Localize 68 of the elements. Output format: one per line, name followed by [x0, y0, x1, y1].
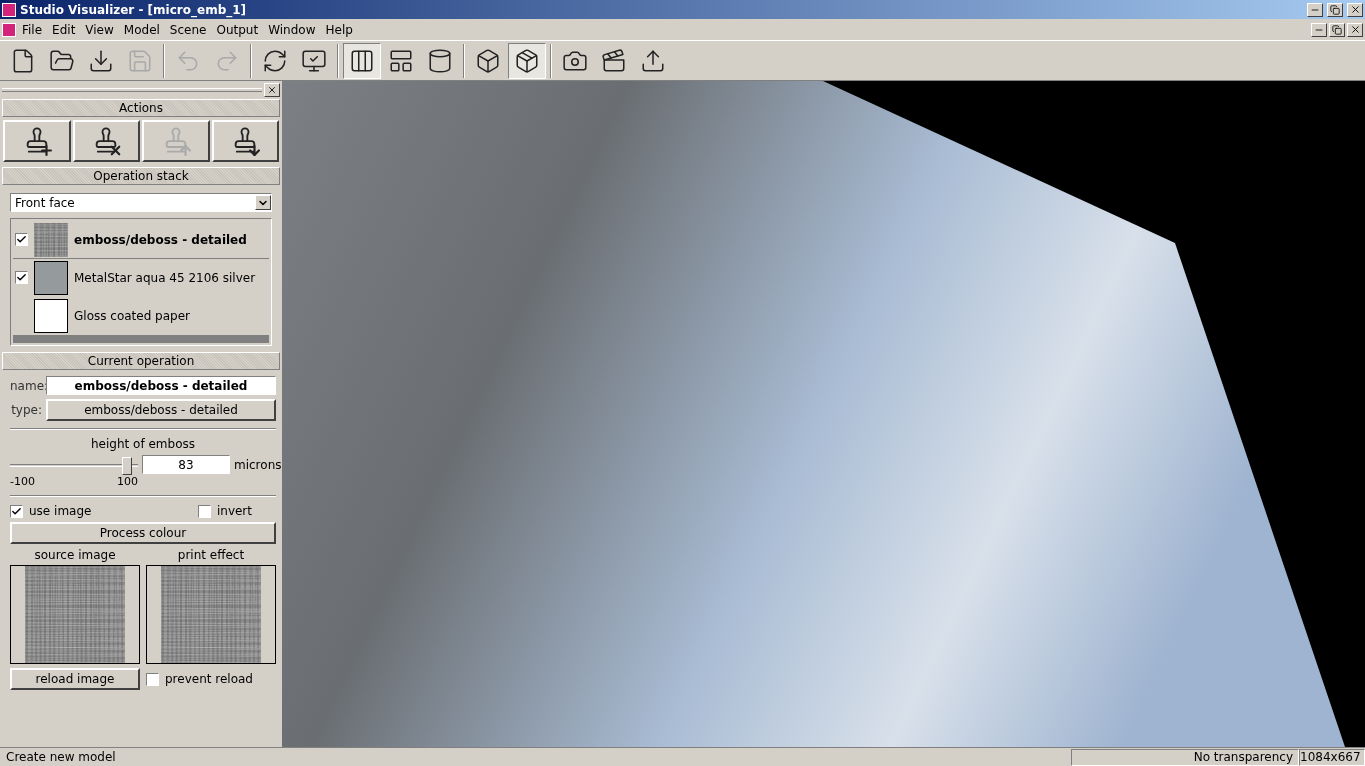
- menu-item[interactable]: Edit: [48, 22, 80, 37]
- close-icon: [1349, 4, 1361, 15]
- menu-item[interactable]: File: [18, 22, 47, 37]
- unit-label: microns: [234, 458, 282, 472]
- action-button[interactable]: [3, 120, 71, 162]
- minimize-button[interactable]: [1311, 22, 1327, 37]
- slider-min-label: -100: [10, 475, 35, 488]
- restore-button[interactable]: [1327, 2, 1343, 17]
- section-header: Operation stack: [2, 167, 280, 185]
- monitor-check-icon: [301, 47, 327, 74]
- toolbar-button[interactable]: [508, 42, 546, 79]
- checkbox-label: prevent reload: [165, 672, 253, 686]
- section-header: Current operation: [2, 352, 280, 370]
- type-button[interactable]: emboss/deboss - detailed: [46, 399, 276, 421]
- slider-thumb[interactable]: [122, 457, 133, 475]
- operation-label: emboss/deboss - detailed: [74, 232, 247, 247]
- save-icon: [127, 47, 153, 74]
- checkbox-label: invert: [216, 504, 252, 518]
- box-icon: [514, 47, 540, 74]
- checkbox[interactable]: [15, 233, 28, 246]
- name-field[interactable]: emboss/deboss - detailed: [46, 376, 276, 395]
- restore-button[interactable]: [1329, 22, 1345, 37]
- size-status: 1084x667: [1299, 748, 1365, 766]
- app-logo-icon: [2, 2, 16, 17]
- image-label: source image: [33, 548, 117, 562]
- restore-icon: [1332, 24, 1342, 35]
- operation-label: MetalStar aqua 45 2106 silver: [74, 270, 256, 285]
- face-dropdown[interactable]: Front face: [10, 193, 272, 212]
- status-message: Create new model: [5, 750, 117, 764]
- image-label: print effect: [176, 548, 246, 562]
- menu-item[interactable]: Model: [119, 22, 164, 37]
- menu-item[interactable]: Scene: [165, 22, 211, 37]
- operation-row[interactable]: Gloss coated paper: [13, 297, 269, 335]
- close-button[interactable]: [1347, 22, 1363, 37]
- checkbox[interactable]: [197, 504, 211, 518]
- section-header: Actions: [2, 99, 280, 117]
- cylinder-icon: [427, 47, 453, 74]
- slider-max-label: 100: [117, 475, 138, 488]
- checkbox-label: use image: [29, 504, 92, 518]
- process-colour-button[interactable]: Process colour: [10, 522, 276, 544]
- menu-item[interactable]: Window: [264, 22, 320, 37]
- close-icon: [267, 85, 277, 95]
- action-button[interactable]: [211, 120, 279, 162]
- menu-item[interactable]: Output: [212, 22, 263, 37]
- operation-row[interactable]: MetalStar aqua 45 2106 silver: [13, 259, 269, 297]
- height-slider[interactable]: [10, 457, 138, 475]
- action-button[interactable]: [72, 120, 140, 162]
- transparency-status: No transparency: [1071, 748, 1299, 766]
- field-label: type:: [10, 403, 42, 417]
- toolbar-button[interactable]: [343, 42, 381, 79]
- document-icon: [2, 22, 16, 37]
- reload-image-button[interactable]: reload image: [10, 668, 140, 690]
- restore-icon: [1330, 4, 1340, 15]
- slider-title: height of emboss: [90, 437, 196, 451]
- minimize-button[interactable]: [1307, 2, 1323, 17]
- checkbox[interactable]: [146, 672, 159, 686]
- clapperboard-icon: [601, 47, 627, 74]
- checkbox[interactable]: [15, 271, 28, 284]
- operation-label: Gloss coated paper: [74, 308, 190, 323]
- checkbox[interactable]: [10, 504, 23, 518]
- close-button[interactable]: [264, 83, 280, 97]
- cube-icon: [475, 47, 501, 74]
- height-field[interactable]: 83: [142, 455, 230, 474]
- menu-item[interactable]: View: [81, 22, 118, 37]
- menu-item[interactable]: Help: [321, 22, 357, 37]
- close-button[interactable]: [1347, 2, 1363, 17]
- window-title: Studio Visualizer - [micro_emb_1]: [20, 2, 248, 17]
- close-icon: [1349, 24, 1361, 35]
